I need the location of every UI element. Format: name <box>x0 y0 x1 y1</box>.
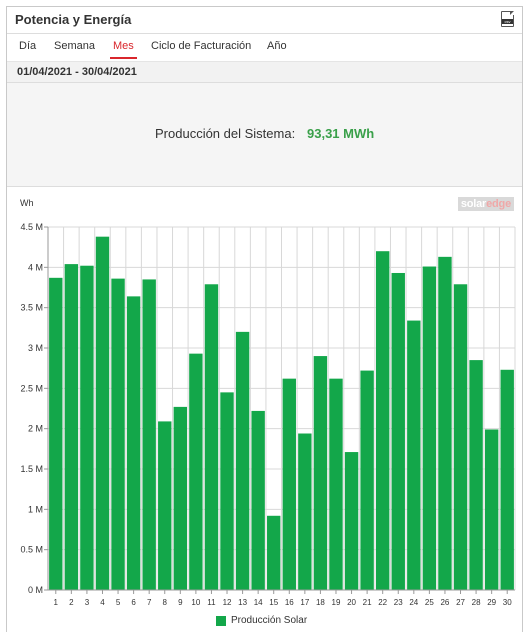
x-tick-label: 3 <box>85 598 90 607</box>
x-tick-label: 21 <box>363 598 372 607</box>
y-tick-label: 1.5 M <box>20 464 43 474</box>
panel-title: Potencia y Energía <box>15 12 132 27</box>
y-tick-label: 3 M <box>28 343 43 353</box>
bar-day-5 <box>111 278 125 590</box>
y-tick-label: 3.5 M <box>20 303 43 313</box>
logo-part-1: solar <box>460 198 487 210</box>
panel-header: Potencia y Energía csv <box>7 7 522 34</box>
csv-file-icon[interactable]: csv <box>501 11 514 27</box>
production-value: 93,31 MWh <box>307 126 375 141</box>
period-tabs: Día Semana Mes Ciclo de Facturación Año <box>7 34 522 62</box>
bar-day-24 <box>407 320 421 590</box>
y-tick-label: 1 M <box>28 504 43 514</box>
x-tick-label: 1 <box>54 598 59 607</box>
bar-day-9 <box>173 406 188 590</box>
x-tick-label: 26 <box>440 598 449 607</box>
x-tick-label: 29 <box>487 598 496 607</box>
y-tick-label: 2 M <box>28 424 43 434</box>
bar-day-23 <box>391 272 405 590</box>
bar-day-7 <box>142 279 156 590</box>
x-tick-label: 23 <box>394 598 403 607</box>
tab-week[interactable]: Semana <box>54 40 95 52</box>
bar-day-2 <box>64 264 79 590</box>
solaredge-logo: solaredge <box>457 197 514 211</box>
tab-year[interactable]: Año <box>267 40 287 52</box>
logo-part-2: edge <box>486 198 511 210</box>
x-tick-label: 5 <box>116 598 121 607</box>
bar-day-27 <box>453 284 468 590</box>
bar-day-6 <box>126 296 141 590</box>
legend-label: Producción Solar <box>231 615 308 626</box>
y-tick-label: 4.5 M <box>20 222 43 232</box>
bar-day-12 <box>220 392 234 590</box>
bar-day-29 <box>484 429 499 590</box>
bar-day-21 <box>360 370 374 590</box>
bar-day-25 <box>422 266 437 590</box>
x-tick-label: 22 <box>378 598 387 607</box>
x-tick-label: 9 <box>178 598 183 607</box>
x-tick-label: 16 <box>285 598 294 607</box>
x-tick-label: 6 <box>131 598 136 607</box>
x-tick-label: 15 <box>269 598 278 607</box>
bar-day-18 <box>313 356 328 590</box>
y-tick-label: 0.5 M <box>20 545 43 555</box>
production-label: Producción del Sistema: <box>155 126 296 141</box>
csv-icon-label: csv <box>502 19 513 24</box>
bar-day-28 <box>469 360 483 590</box>
bar-day-15 <box>267 515 281 590</box>
production-summary: Producción del Sistema: 93,31 MWh <box>7 83 522 187</box>
bar-day-8 <box>158 421 172 590</box>
x-tick-label: 7 <box>147 598 152 607</box>
tab-month[interactable]: Mes <box>110 40 137 59</box>
bar-day-3 <box>80 265 94 590</box>
bar-chart: 0 M 0.5 M 1 M 1.5 M 2 M 2.5 M 3 M 3.5 M 4 M 4.5 M… <box>20 222 516 607</box>
x-tick-label: 27 <box>456 598 465 607</box>
x-tick-label: 25 <box>425 598 434 607</box>
bar-day-4 <box>95 236 110 590</box>
x-tick-label: 4 <box>100 598 105 607</box>
x-tick-label: 17 <box>300 598 309 607</box>
bar-day-11 <box>204 284 219 590</box>
bar-day-13 <box>235 331 250 590</box>
legend-swatch <box>216 616 226 626</box>
bar-day-17 <box>298 433 312 590</box>
date-range-bar: 01/04/2021 - 30/04/2021 <box>7 62 522 83</box>
x-tick-label: 14 <box>254 598 263 607</box>
tab-day[interactable]: Día <box>19 40 36 52</box>
x-tick-label: 8 <box>163 598 168 607</box>
date-range: 01/04/2021 - 30/04/2021 <box>17 66 137 78</box>
x-tick-label: 11 <box>207 598 216 607</box>
bar-day-26 <box>438 256 452 590</box>
bar-day-16 <box>282 378 296 590</box>
x-tick-label: 12 <box>223 598 232 607</box>
x-tick-label: 24 <box>409 598 418 607</box>
bar-day-22 <box>375 251 390 590</box>
tab-billing-cycle[interactable]: Ciclo de Facturación <box>151 40 251 52</box>
x-tick-label: 10 <box>191 598 200 607</box>
bar-day-19 <box>329 378 343 590</box>
chart-area: 0 M 0.5 M 1 M 1.5 M 2 M 2.5 M 3 M 3.5 M 4 M 4.5 M… <box>7 187 522 633</box>
bar-day-20 <box>344 452 359 590</box>
x-tick-label: 28 <box>472 598 481 607</box>
bar-day-30 <box>500 369 514 590</box>
bar-day-1 <box>49 277 63 590</box>
bar-day-14 <box>251 410 265 590</box>
y-tick-label: 2.5 M <box>20 383 43 393</box>
x-tick-label: 18 <box>316 598 325 607</box>
bar-day-10 <box>189 353 203 590</box>
y-tick-label: 0 M <box>28 585 43 595</box>
y-tick-label: 4 M <box>28 262 43 272</box>
x-tick-label: 19 <box>332 598 341 607</box>
y-axis-unit: Wh <box>20 198 34 208</box>
x-tick-label: 2 <box>69 598 74 607</box>
energy-panel: Potencia y Energía csv Día Semana Mes Ci… <box>6 6 523 632</box>
x-tick-label: 13 <box>238 598 247 607</box>
x-tick-label: 30 <box>503 598 512 607</box>
x-tick-label: 20 <box>347 598 356 607</box>
